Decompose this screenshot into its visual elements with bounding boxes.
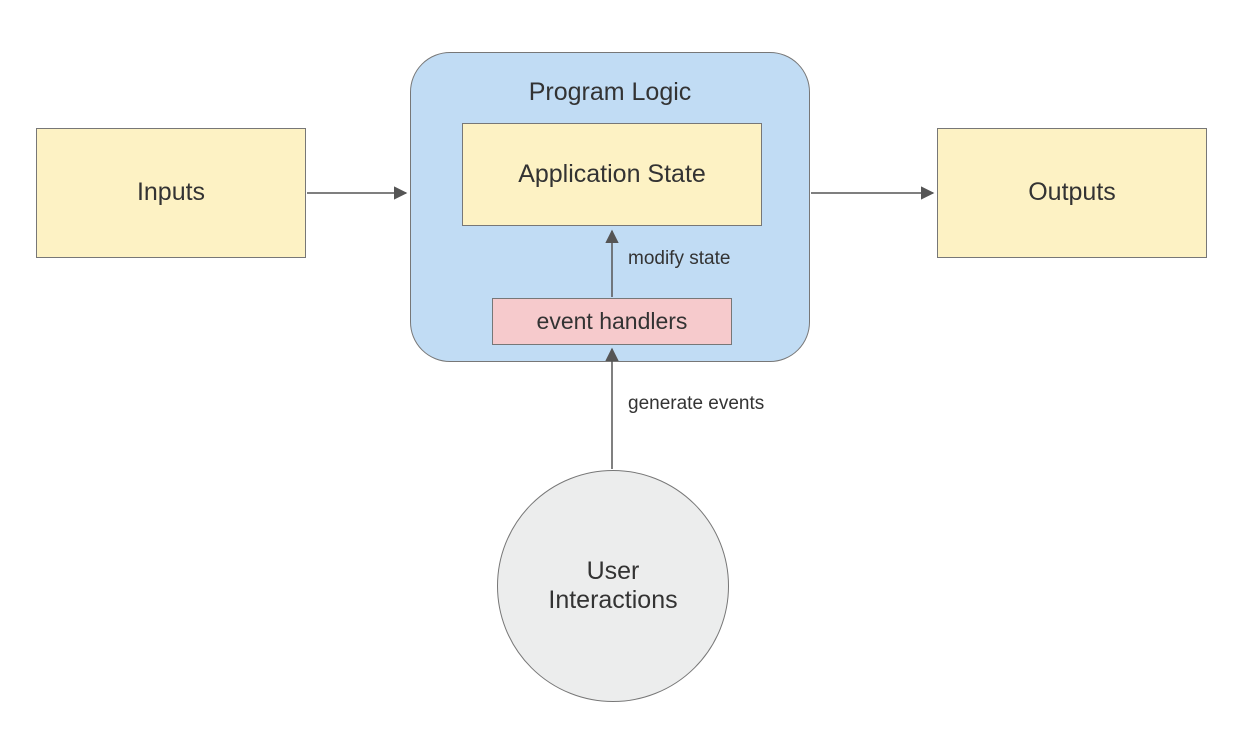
edge-label-modify-state: modify state [628,248,730,270]
node-outputs: Outputs [937,128,1207,258]
node-application-state: Application State [462,123,762,226]
node-inputs: Inputs [36,128,306,258]
node-user-interactions-label: User Interactions [548,557,677,615]
node-event-handlers-label: event handlers [537,307,688,336]
node-program-logic-label: Program Logic [410,78,810,107]
node-inputs-label: Inputs [137,177,205,208]
node-event-handlers: event handlers [492,298,732,345]
node-user-interactions: User Interactions [497,470,729,702]
node-outputs-label: Outputs [1028,177,1116,208]
node-application-state-label: Application State [518,159,706,190]
diagram-canvas: Inputs Program Logic Application State e… [0,0,1250,752]
edge-label-generate-events: generate events [628,393,764,415]
